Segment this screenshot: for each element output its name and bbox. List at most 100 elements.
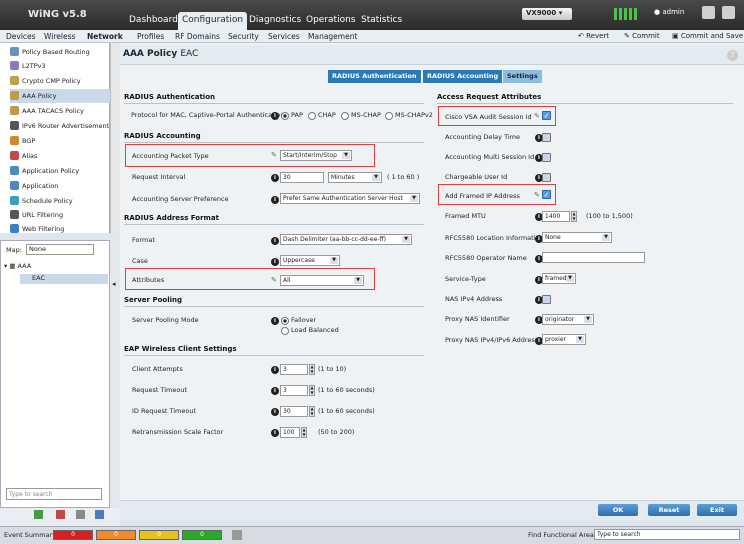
- tab-radius-auth[interactable]: RADIUS Authentication: [328, 70, 421, 83]
- copy-icon[interactable]: [76, 510, 85, 519]
- info-icon[interactable]: i: [271, 429, 279, 437]
- nav-wireless[interactable]: Wireless: [44, 32, 75, 41]
- service-type-select[interactable]: framed ▼: [542, 273, 576, 284]
- sidebar-item-alias[interactable]: Alias: [10, 149, 110, 163]
- rfc-operator-input[interactable]: [542, 252, 645, 263]
- tab-diagnostics[interactable]: Diagnostics: [245, 12, 305, 30]
- nav-devices[interactable]: Devices: [6, 32, 36, 41]
- tab-statistics[interactable]: Statistics: [357, 12, 406, 30]
- revert-button[interactable]: ↶ Revert: [578, 32, 609, 40]
- request-timeout-input[interactable]: 3: [280, 385, 308, 396]
- proxy-nas-id-select[interactable]: originator ▼: [542, 314, 594, 325]
- tab-configuration[interactable]: Configuration: [178, 12, 248, 30]
- info-icon[interactable]: i: [271, 317, 279, 325]
- spinner-icon[interactable]: ▲ ▼: [571, 211, 577, 222]
- packet-type-select[interactable]: Start/Interim/Stop ▼: [280, 150, 352, 161]
- nas-ipv4-checkbox[interactable]: [542, 295, 551, 304]
- user-menu[interactable]: ● admin: [654, 8, 684, 16]
- interval-unit-select[interactable]: Minutes ▼: [328, 172, 382, 183]
- rfc-location-select[interactable]: None ▼: [542, 232, 612, 243]
- rename-icon[interactable]: [95, 510, 104, 519]
- sidebar-item-app-policy[interactable]: Application Policy: [10, 164, 110, 178]
- sidebar-item-pbr[interactable]: Policy Based Routing: [10, 45, 110, 59]
- client-attempts-input[interactable]: 3: [280, 364, 308, 375]
- warning-count[interactable]: 0: [139, 530, 179, 540]
- exit-button[interactable]: Exit: [697, 504, 737, 516]
- commit-button[interactable]: ✎ Commit: [624, 32, 660, 40]
- radio-pap[interactable]: [281, 112, 289, 120]
- info-icon[interactable]: i: [271, 258, 279, 266]
- commit-save-button[interactable]: ▣ Commit and Save: [672, 32, 743, 40]
- nav-security[interactable]: Security: [228, 32, 259, 41]
- spinner-icon[interactable]: ▲ ▼: [309, 385, 315, 396]
- info-icon[interactable]: i: [271, 174, 279, 182]
- delay-checkbox[interactable]: [542, 133, 551, 142]
- alarm-icon[interactable]: [232, 530, 242, 540]
- reset-button[interactable]: Reset: [648, 504, 690, 516]
- nav-profiles[interactable]: Profiles: [137, 32, 164, 41]
- help-icon[interactable]: ?: [727, 50, 738, 61]
- cisco-vsa-checkbox[interactable]: ✓: [542, 111, 551, 120]
- nav-rf-domains[interactable]: RF Domains: [175, 32, 220, 41]
- add-icon[interactable]: [34, 510, 43, 519]
- tab-operations[interactable]: Operations: [302, 12, 359, 30]
- device-selector[interactable]: VX9000 ▾: [522, 8, 572, 20]
- spinner-icon[interactable]: ▲ ▼: [309, 406, 315, 417]
- find-area-input[interactable]: Type to search: [594, 529, 740, 540]
- delete-icon[interactable]: [56, 510, 65, 519]
- interval-input[interactable]: 30: [280, 172, 324, 183]
- info-icon[interactable]: i: [271, 387, 279, 395]
- ok-button[interactable]: OK: [598, 504, 638, 516]
- sidebar-item-crypto[interactable]: Crypto CMP Policy: [10, 74, 110, 88]
- info-icon[interactable]: i: [271, 237, 279, 245]
- radio-failover[interactable]: [281, 317, 289, 325]
- help-icon[interactable]: [722, 6, 735, 19]
- radio-chap[interactable]: [308, 112, 316, 120]
- sidebar-item-bgp[interactable]: BGP: [10, 134, 110, 148]
- tree-root[interactable]: ▾ ▦ AAA: [4, 262, 31, 270]
- nav-management[interactable]: Management: [308, 32, 357, 41]
- server-pref-select[interactable]: Prefer Same Authentication Server Host ▼: [280, 193, 420, 204]
- tab-radius-acct[interactable]: RADIUS Accounting: [423, 70, 503, 83]
- tree-child[interactable]: EAC: [20, 274, 108, 284]
- format-select[interactable]: Dash Delimiter (aa-bb-cc-dd-ee-ff) ▼: [280, 234, 412, 245]
- tools-icon[interactable]: [702, 6, 715, 19]
- tab-dashboard[interactable]: Dashboard: [125, 12, 182, 30]
- info-icon[interactable]: i: [271, 112, 279, 120]
- info-icon[interactable]: i: [271, 366, 279, 374]
- error-count[interactable]: 0: [96, 530, 136, 540]
- spinner-icon[interactable]: ▲ ▼: [309, 364, 315, 375]
- splitter-handle[interactable]: ◂: [110, 240, 120, 508]
- sidebar-item-schedule[interactable]: Schedule Policy: [10, 194, 110, 208]
- radio-mschapv2[interactable]: [385, 112, 393, 120]
- critical-count[interactable]: 0: [53, 530, 93, 540]
- chargeable-checkbox[interactable]: [542, 173, 551, 182]
- nav-services[interactable]: Services: [268, 32, 300, 41]
- map-select[interactable]: None: [26, 244, 94, 255]
- sidebar-item-l2tpv3[interactable]: L2TPv3: [10, 59, 110, 73]
- sidebar-item-ipv6-ra[interactable]: IPv6 Router Advertisement: [10, 119, 110, 133]
- sidebar-item-url[interactable]: URL Filtering: [10, 208, 110, 222]
- proxy-nas-ip-select[interactable]: proxier ▼: [542, 334, 586, 345]
- info-icon[interactable]: i: [271, 196, 279, 204]
- case-select[interactable]: Uppercase ▼: [280, 255, 340, 266]
- sidebar-item-aaa[interactable]: AAA Policy: [10, 89, 110, 103]
- info-count[interactable]: 0: [182, 530, 222, 540]
- sidebar-item-application[interactable]: Application: [10, 179, 110, 193]
- multi-session-checkbox[interactable]: [542, 153, 551, 162]
- sidebar-scrollbar[interactable]: [110, 43, 120, 233]
- mtu-input[interactable]: 1400: [542, 211, 570, 222]
- spinner-icon[interactable]: ▲ ▼: [301, 427, 307, 438]
- sidebar-item-web[interactable]: Web Filtering: [10, 222, 110, 236]
- radio-load-balanced[interactable]: [281, 327, 289, 335]
- sidebar-search-input[interactable]: Type to search: [6, 488, 102, 500]
- attributes-select[interactable]: All ▼: [280, 275, 364, 286]
- framed-ip-checkbox[interactable]: ✓: [542, 190, 551, 199]
- scale-factor-input[interactable]: 100: [280, 427, 300, 438]
- radio-mschap[interactable]: [341, 112, 349, 120]
- info-icon[interactable]: i: [271, 408, 279, 416]
- sidebar-item-tacacs[interactable]: AAA TACACS Policy: [10, 104, 110, 118]
- tab-settings[interactable]: Settings: [503, 70, 542, 83]
- nav-network[interactable]: Network: [87, 32, 123, 41]
- id-timeout-input[interactable]: 30: [280, 406, 308, 417]
